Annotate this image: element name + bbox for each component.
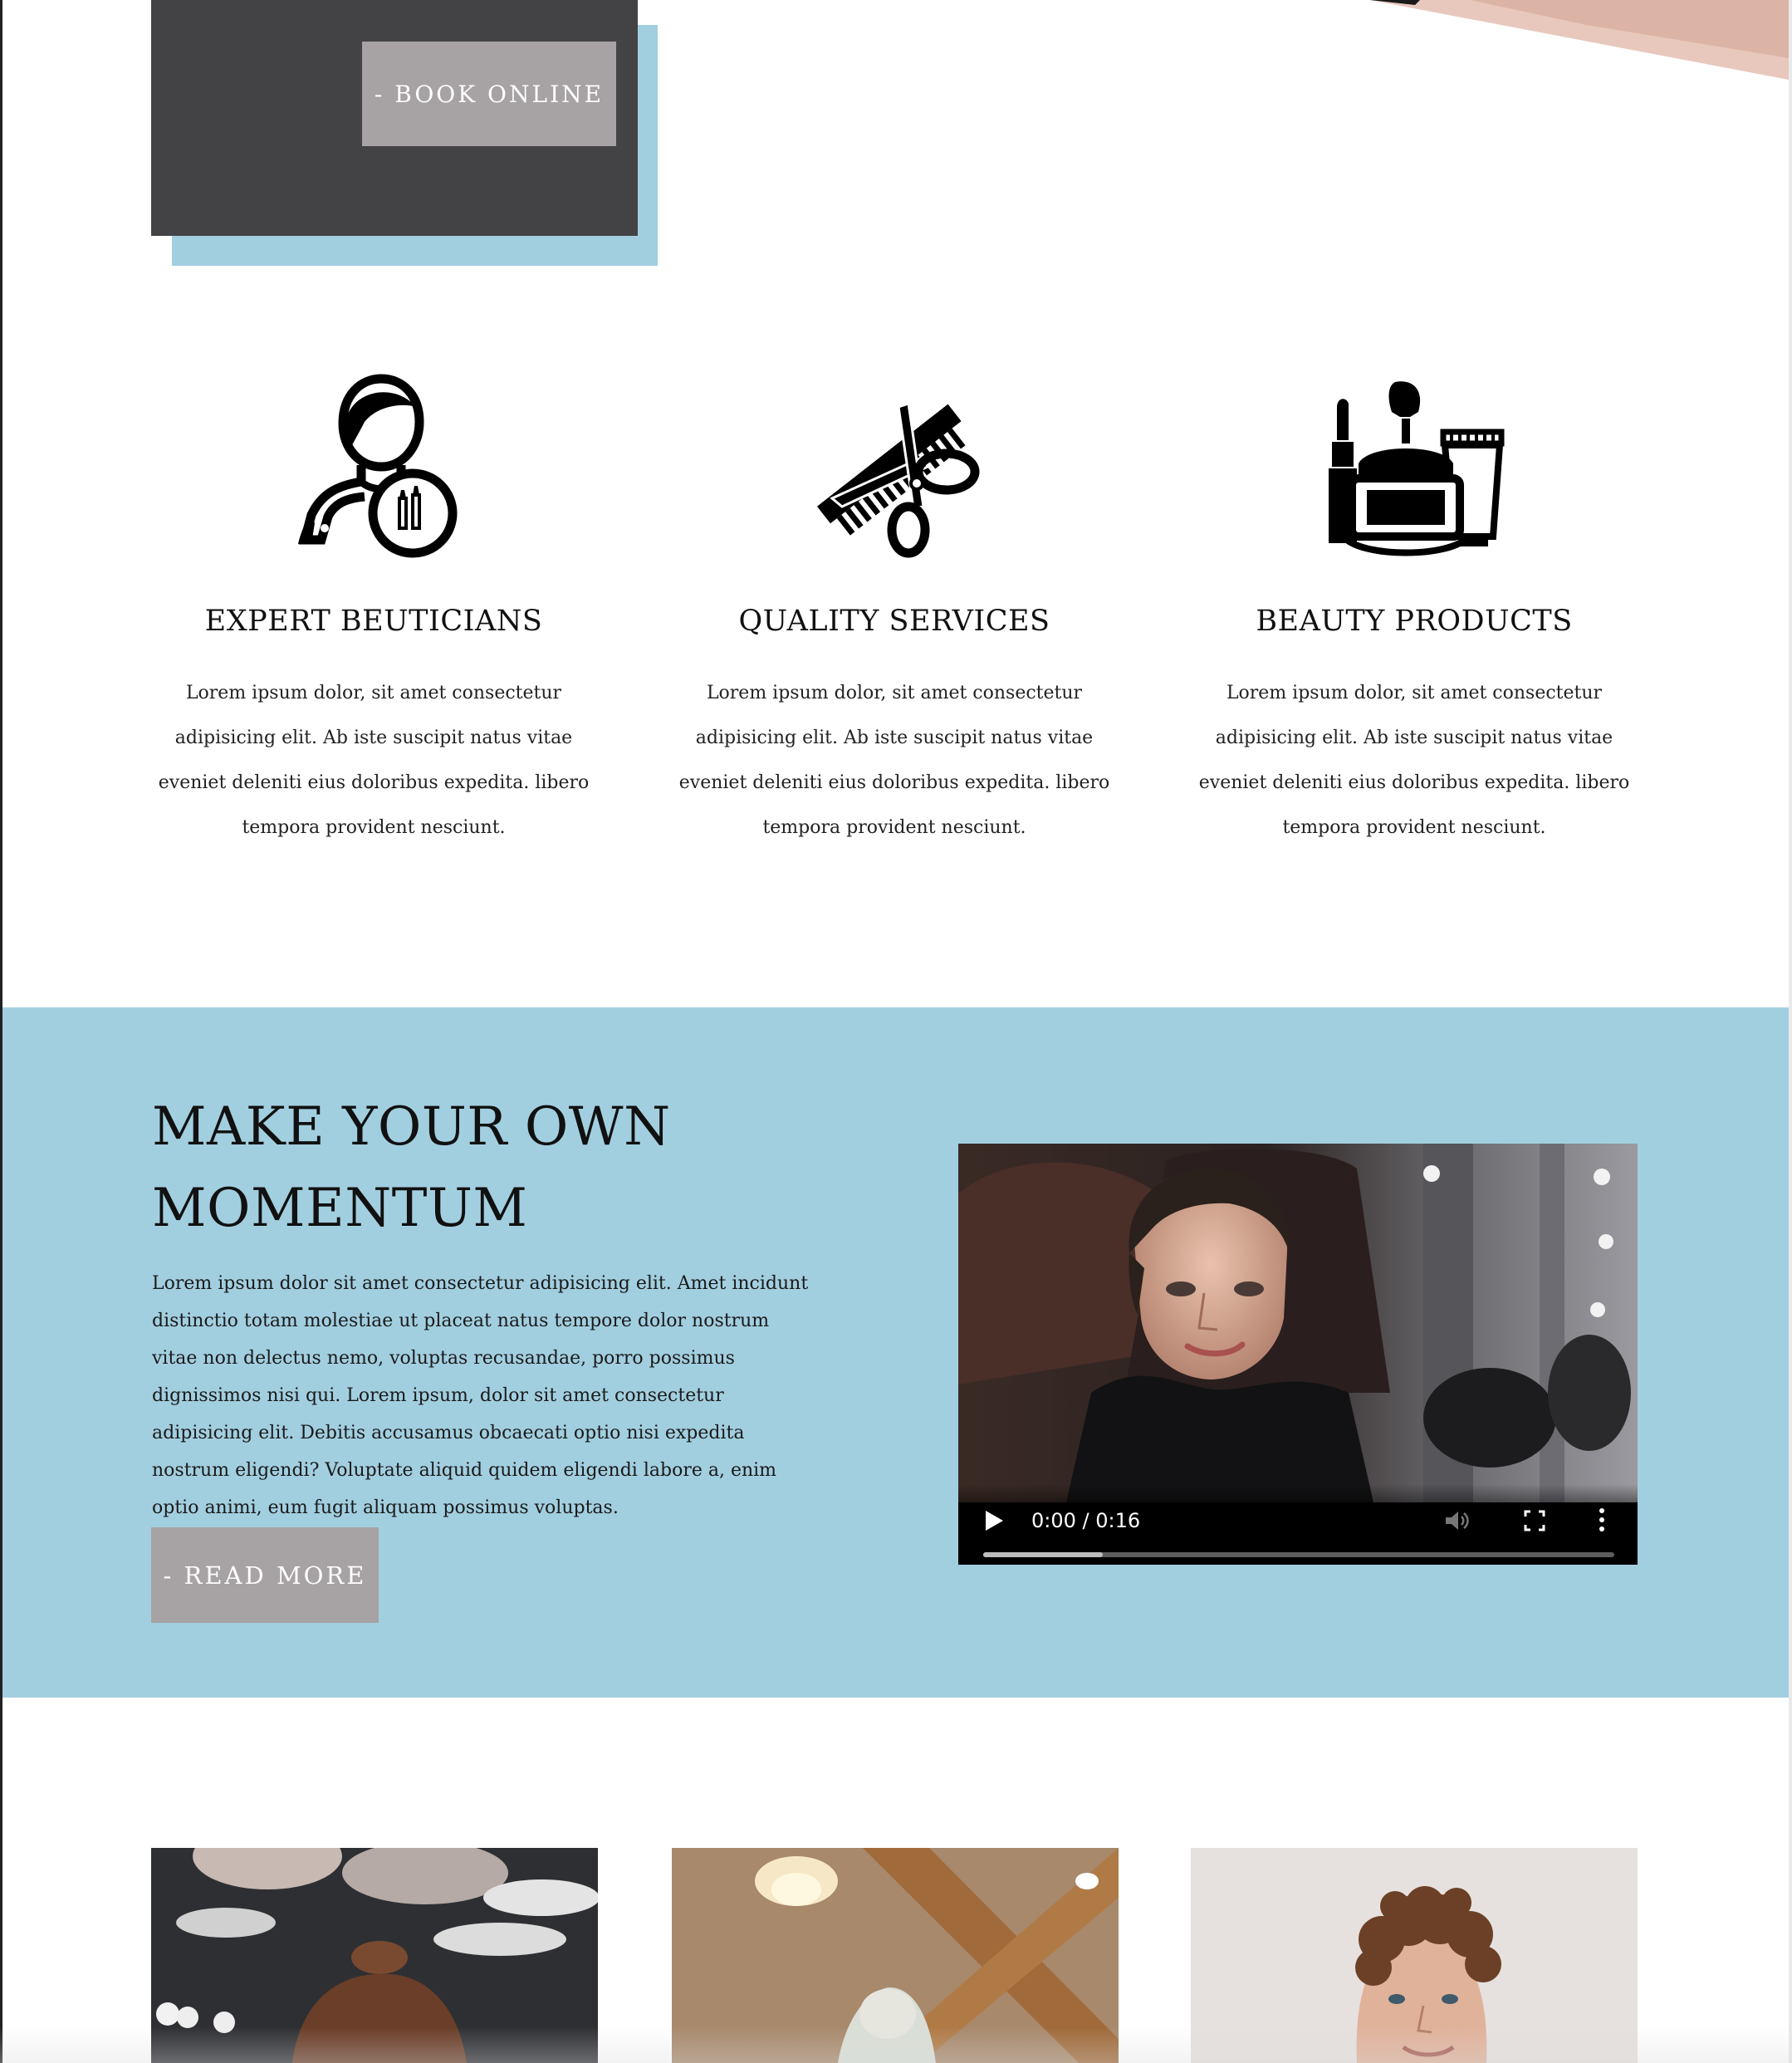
gallery-image-stylist-1 xyxy=(151,1848,598,2063)
feature-quality-services: QUALITY SERVICES Lorem ipsum dolor, sit … xyxy=(670,374,1119,850)
feature-title: QUALITY SERVICES xyxy=(738,605,1050,638)
video-seek-bar[interactable] xyxy=(983,1552,1614,1557)
momentum-title-line2: MOMENTUM xyxy=(152,1178,528,1239)
feature-expert-beauticians: EXPERT BEUTICIANS Lorem ipsum dolor, sit… xyxy=(149,374,598,850)
video-player[interactable]: 0:00 / 0:16 xyxy=(958,1144,1638,1565)
page: - BOOK ONLINE EXPERT BEUTICIANS Lorem ip… xyxy=(0,0,1792,2063)
play-icon[interactable] xyxy=(983,1509,1005,1532)
momentum-title: MAKE YOUR OWN MOMENTUM xyxy=(152,1086,733,1249)
video-time: 0:00 / 0:16 xyxy=(1031,1509,1141,1532)
momentum-section: MAKE YOUR OWN MOMENTUM Lorem ipsum dolor… xyxy=(2,1007,1789,1698)
read-more-button[interactable]: - READ MORE xyxy=(151,1527,379,1623)
cosmetics-icon xyxy=(1190,374,1638,565)
gallery-image-stylist-3 xyxy=(1191,1848,1638,2063)
scrollbar-track[interactable] xyxy=(1789,0,1792,2063)
more-options-icon[interactable] xyxy=(1596,1507,1608,1532)
video-controls: 0:00 / 0:16 xyxy=(958,1484,1638,1565)
comb-scissors-icon xyxy=(670,374,1119,565)
volume-icon[interactable] xyxy=(1444,1509,1471,1532)
feature-text: Lorem ipsum dolor, sit amet consectetur … xyxy=(158,683,590,838)
hero-photo xyxy=(1370,0,1789,83)
feature-title: EXPERT BEUTICIANS xyxy=(204,605,543,638)
fullscreen-icon[interactable] xyxy=(1523,1509,1546,1532)
feature-beauty-products: BEAUTY PRODUCTS Lorem ipsum dolor, sit a… xyxy=(1190,374,1638,850)
feature-title: BEAUTY PRODUCTS xyxy=(1256,605,1573,638)
momentum-title-line1: MAKE YOUR OWN xyxy=(152,1096,671,1158)
feature-text: Lorem ipsum dolor, sit amet consectetur … xyxy=(678,683,1110,838)
beautician-icon xyxy=(149,374,598,565)
video-buffer-bar xyxy=(983,1552,1104,1557)
gallery-image-stylist-2 xyxy=(672,1848,1119,2063)
book-online-button[interactable]: - BOOK ONLINE xyxy=(362,42,616,146)
video-frame[interactable] xyxy=(958,1144,1638,1502)
momentum-body: Lorem ipsum dolor sit amet consectetur a… xyxy=(152,1273,809,1518)
book-panel: - BOOK ONLINE xyxy=(151,0,638,236)
feature-text: Lorem ipsum dolor, sit amet consectetur … xyxy=(1198,683,1630,838)
